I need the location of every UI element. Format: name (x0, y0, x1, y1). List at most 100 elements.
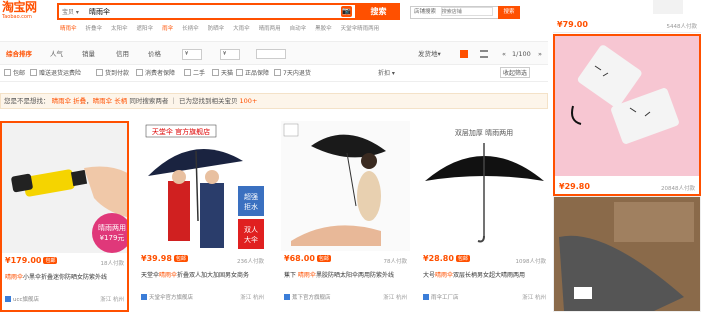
search-type-dropdown[interactable]: 宝贝 ▾ (62, 7, 79, 16)
product-title[interactable]: 天堂伞晴雨伞折叠双人加大加固男女商务 (141, 271, 264, 289)
hot-keyword[interactable]: 雨伞 (162, 26, 173, 32)
product-price: ¥68.00 包邮 (284, 254, 331, 263)
side-ad-image (653, 0, 683, 14)
hot-keyword[interactable]: 折叠伞 (86, 26, 103, 32)
product-title[interactable]: 大号晴雨伞双层长柄男女超大晴雨两用 (423, 271, 546, 289)
hot-keyword[interactable]: 晴雨伞 (60, 26, 77, 32)
grid-view-icon[interactable] (460, 50, 468, 58)
price-max-input[interactable]: ¥ (220, 49, 240, 60)
ship-from-dropdown[interactable]: 发货地▾ (418, 42, 441, 66)
hot-keyword[interactable]: 大雨伞 (233, 26, 250, 32)
search-button[interactable]: 搜索 (357, 3, 400, 20)
search-type-label: 宝贝 (62, 9, 75, 16)
shop-name[interactable]: ucc旗舰店 (5, 295, 39, 303)
shop-location: 浙江 杭州 (100, 297, 124, 303)
hot-keyword[interactable]: 黑胶伞 (315, 26, 332, 32)
hot-keyword[interactable]: 晴雨两用 (259, 26, 281, 32)
shop-icon (284, 294, 290, 300)
filter-label: 货到付款 (105, 70, 130, 77)
filter-genuine[interactable]: 正品保障 (236, 68, 269, 77)
product-card[interactable]: ¥68.00 包邮 78人付款 蕉下 晴雨伞黑胶防晒太阳伞两用防紫外线 蕉下官方旗… (281, 121, 410, 312)
shipping-badge: 包邮 (455, 255, 470, 262)
product-image[interactable] (281, 121, 410, 251)
notice-link[interactable]: 晴雨伞 折叠 (52, 97, 87, 105)
umbrella-image: 双层加厚 晴雨两用 (425, 128, 544, 243)
product-title[interactable]: 晴雨伞小黑伞折叠迷你防晒女防紫外线 (5, 273, 124, 291)
side-ad-top[interactable]: ¥79.00 5448人付款 (553, 0, 701, 33)
hot-keyword[interactable]: 长柄伞 (182, 26, 199, 32)
checkbox-icon (136, 69, 143, 76)
filter-free-shipping[interactable]: 包邮 (4, 68, 25, 77)
side-ad-card[interactable]: ¥29.80 20848人付款 (553, 34, 701, 196)
shop-name[interactable]: 雨伞工厂店 (423, 293, 459, 301)
price-range-slider[interactable] (256, 49, 286, 59)
filter-7day-return[interactable]: 7天内退货 (274, 68, 311, 77)
svg-text:晴雨两用: 晴雨两用 (98, 223, 126, 232)
side-ad-price: ¥79.00 (557, 20, 588, 29)
page-indicator: 1/100 (512, 50, 531, 58)
product-price: ¥179.00 包邮 (5, 256, 58, 265)
shop-search-label: 店铺搜索 (414, 9, 437, 15)
hot-keyword[interactable]: 遮阳伞 (137, 26, 154, 32)
notice-link[interactable]: 晴雨伞 长柄 (93, 97, 128, 105)
sort-price[interactable]: 价格 (148, 42, 161, 66)
ship-from-label: 发货地 (418, 50, 438, 58)
hot-keyword[interactable]: 天堂伞晴雨两用 (341, 26, 380, 32)
page-prev[interactable]: « (502, 42, 506, 66)
shop-search-input[interactable] (440, 7, 493, 16)
product-title[interactable]: 蕉下 晴雨伞黑胶防晒太阳伞两用防紫外线 (284, 271, 407, 289)
checkbox-icon (212, 69, 219, 76)
product-image[interactable]: 双层加厚 晴雨两用 (420, 121, 549, 251)
search-input[interactable] (89, 6, 334, 18)
camera-icon[interactable]: 📷 (341, 6, 352, 17)
product-price: ¥28.80 包邮 (423, 254, 470, 263)
suggestion-notice: 您是不是想找： 晴雨伞 折叠，晴雨伞 长柄 同时搜索两者 ｜ 已为您找到相关宝贝… (0, 93, 548, 109)
hot-keyword[interactable]: 自动伞 (290, 26, 307, 32)
checkbox-icon (236, 69, 243, 76)
list-view-icon[interactable] (480, 50, 488, 58)
product-image[interactable]: 晴雨两用 ¥179元 (2, 123, 127, 253)
side-ad-image (555, 36, 699, 176)
shop-name[interactable]: 天堂伞官方旗舰店 (141, 293, 193, 301)
side-ad-card[interactable] (553, 196, 701, 312)
umbrella-image (559, 202, 694, 311)
hot-keyword[interactable]: 太阳伞 (111, 26, 128, 32)
taobao-logo[interactable]: 淘宝网 Taobao.com (2, 1, 46, 23)
deal-count: 18人付款 (100, 261, 125, 267)
filter-label: 7天内退货 (283, 70, 311, 77)
filter-discount-dropdown[interactable]: 折扣 ▾ (378, 68, 395, 77)
sort-credit[interactable]: 信用 (116, 42, 129, 66)
page-next[interactable]: » (538, 42, 542, 66)
product-card[interactable]: 天堂伞 官方旗舰店 超强 拒水 双人 大伞 ¥39.98 包邮 236人付款 天堂… (138, 121, 267, 312)
collapse-filters-button[interactable]: 收起筛选 (500, 67, 531, 78)
shipping-badge: 包邮 (316, 255, 331, 262)
sort-default[interactable]: 综合排序 (6, 42, 32, 66)
sort-sales[interactable]: 销量 (82, 42, 95, 66)
shop-name[interactable]: 蕉下官方旗舰店 (284, 293, 331, 301)
umbrella-image: 晴雨两用 ¥179元 (11, 166, 127, 253)
filter-secondhand[interactable]: 二手 (184, 68, 205, 77)
hot-keyword[interactable]: 防晒伞 (208, 26, 225, 32)
svg-text:双层加厚 晴雨两用: 双层加厚 晴雨两用 (455, 128, 513, 137)
notice-count: 100+ (239, 97, 258, 105)
product-image[interactable]: 天堂伞 官方旗舰店 超强 拒水 双人 大伞 (138, 121, 267, 251)
product-card[interactable]: 晴雨两用 ¥179元 ¥179.00 包邮 18人付款 晴雨伞小黑伞折叠迷你防晒女… (0, 121, 129, 312)
checkbox-icon (184, 69, 191, 76)
filter-return-insurance[interactable]: 赠送退货运费险 (30, 68, 81, 77)
shop-location: 浙江 杭州 (240, 295, 264, 301)
price-min-input[interactable]: ¥ (182, 49, 202, 60)
shop-search-button[interactable]: 搜索 (498, 6, 520, 19)
product-card[interactable]: 双层加厚 晴雨两用 ¥28.80 包邮 1098人付款 大号晴雨伞双层长柄男女超大… (420, 121, 549, 312)
notice-suffix: 同时搜索两者 (129, 97, 169, 105)
sort-popularity[interactable]: 人气 (50, 42, 63, 66)
deal-count: 78人付款 (383, 259, 408, 265)
svg-text:超强: 超强 (244, 192, 258, 201)
filter-cod[interactable]: 货到付款 (96, 68, 129, 77)
filter-label: 天猫 (221, 70, 234, 77)
checkbox-icon (30, 69, 37, 76)
svg-text:拒水: 拒水 (244, 202, 258, 211)
shop-icon (423, 294, 429, 300)
filter-tmall[interactable]: 天猫 (212, 68, 233, 77)
filter-guarantee[interactable]: 消费者保障 (136, 68, 175, 77)
logo-title: 淘宝网 (2, 0, 37, 14)
